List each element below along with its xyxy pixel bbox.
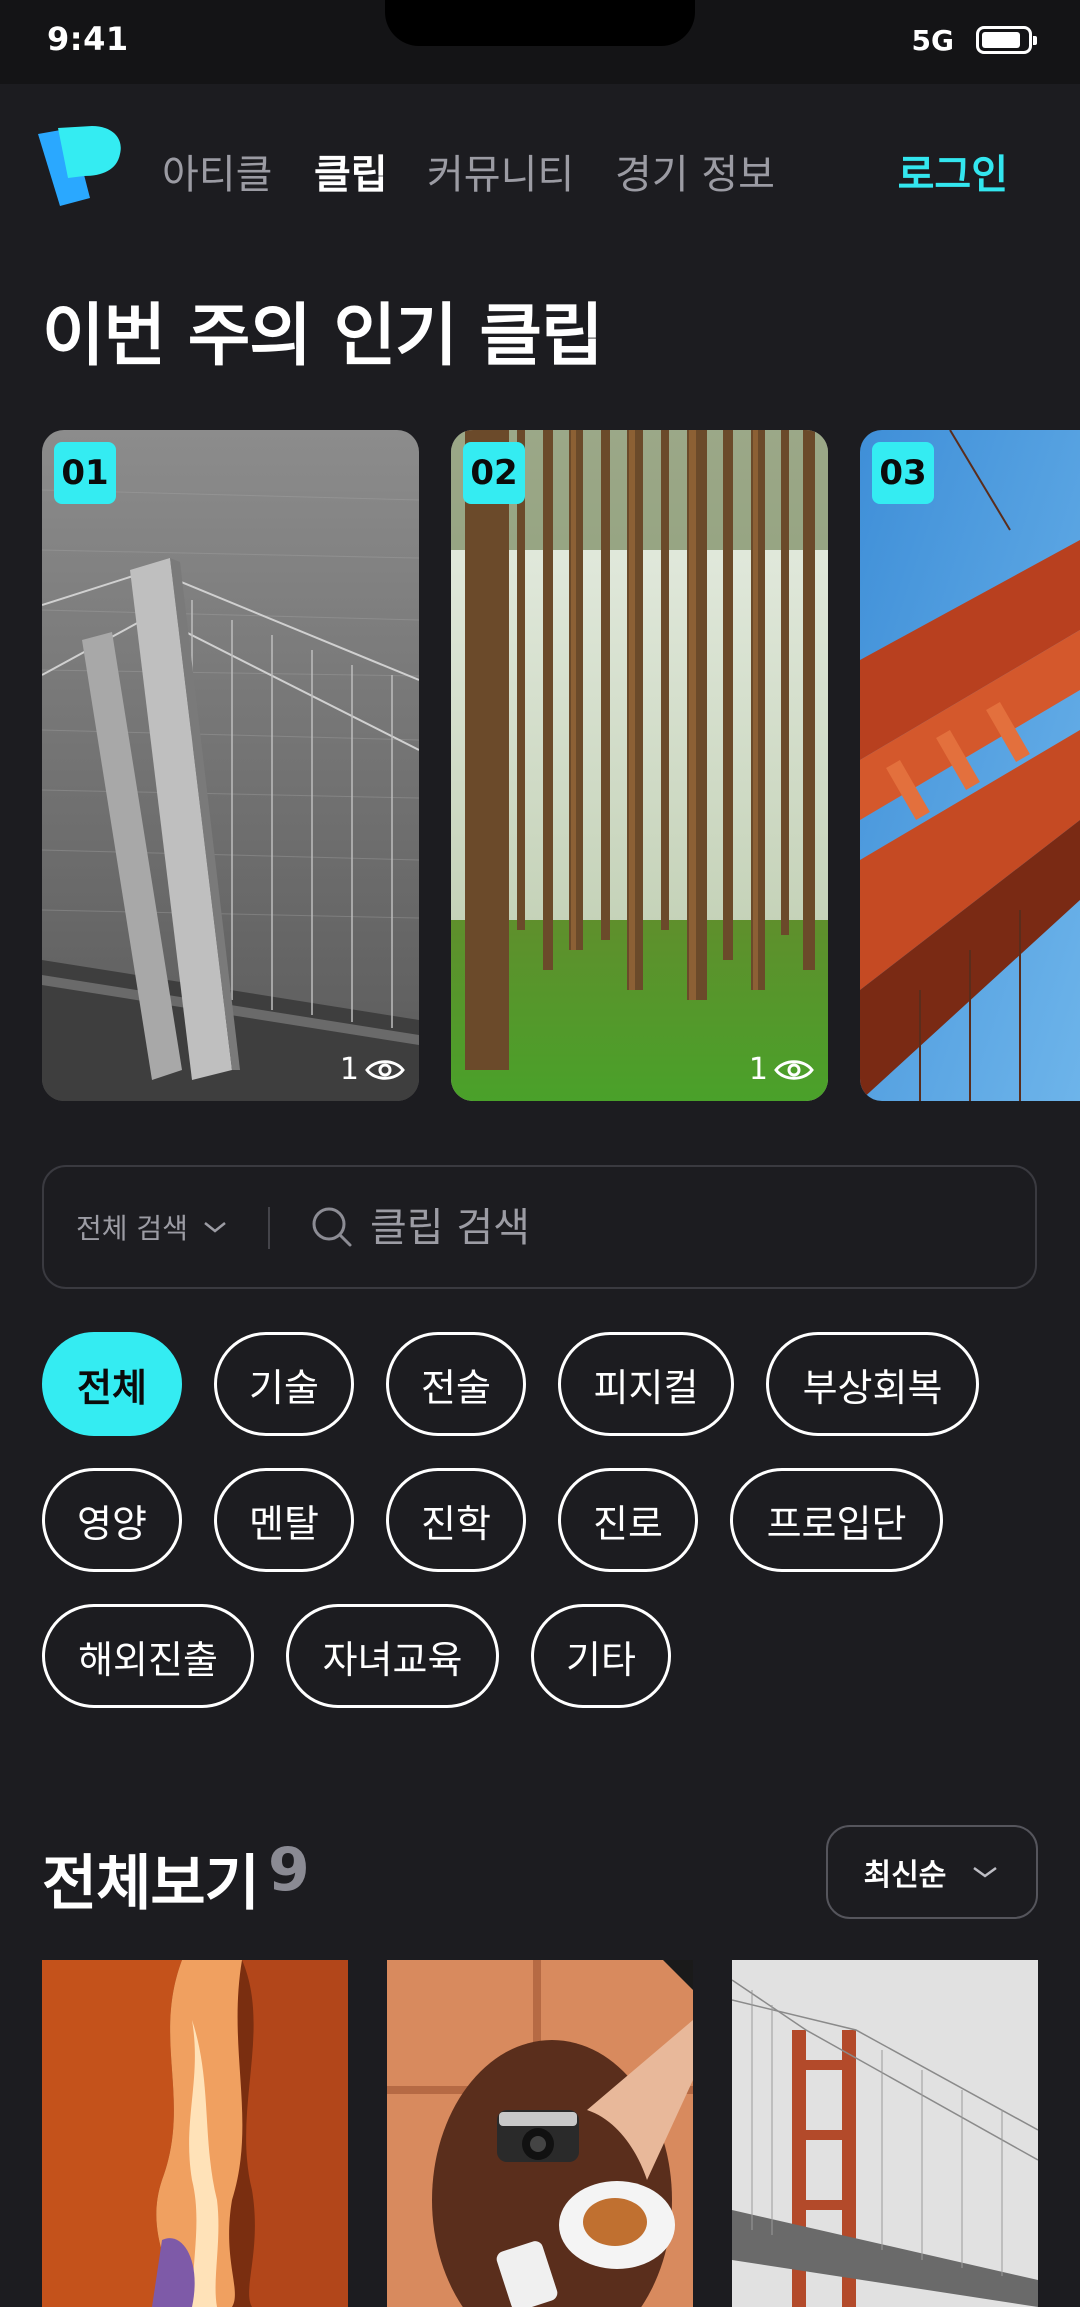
view-count: 1 bbox=[749, 1052, 814, 1087]
rank-badge: 03 bbox=[872, 442, 934, 504]
search-bar: 전체 검색 bbox=[42, 1165, 1037, 1289]
category-chip-tactics[interactable]: 전술 bbox=[386, 1332, 526, 1436]
view-count-value: 1 bbox=[339, 1052, 359, 1087]
category-chip-nutrition[interactable]: 영양 bbox=[42, 1468, 182, 1572]
divider bbox=[268, 1207, 270, 1249]
nav-item-match-info[interactable]: 경기 정보 bbox=[615, 142, 775, 200]
popular-clip-card[interactable]: 01 1 bbox=[42, 430, 419, 1101]
nav-item-articles[interactable]: 아티클 bbox=[162, 142, 272, 200]
sort-select[interactable]: 최신순 bbox=[826, 1825, 1038, 1919]
notch bbox=[385, 0, 695, 46]
search-scope-select[interactable]: 전체 검색 bbox=[76, 1207, 228, 1247]
popular-clip-card[interactable]: 02 1 bbox=[451, 430, 828, 1101]
clip-thumbnail bbox=[387, 1960, 693, 2307]
nav-item-community[interactable]: 커뮤니티 bbox=[427, 142, 574, 200]
clip-thumbnail bbox=[732, 1960, 1038, 2307]
category-chip-admission[interactable]: 진학 bbox=[386, 1468, 526, 1572]
search-input[interactable] bbox=[370, 1197, 990, 1259]
sort-label: 최신순 bbox=[863, 1858, 947, 1893]
status-bar: 9:41 5G bbox=[0, 0, 1080, 84]
category-chip-pro-entry[interactable]: 프로입단 bbox=[730, 1468, 943, 1572]
clip-thumbnail bbox=[42, 430, 419, 1101]
battery-icon bbox=[976, 26, 1037, 54]
top-nav: 아티클 클립 커뮤니티 경기 정보 로그인 bbox=[0, 84, 1080, 250]
eye-icon bbox=[774, 1059, 814, 1080]
rank-badge: 01 bbox=[54, 442, 116, 504]
logo-icon[interactable] bbox=[38, 124, 122, 210]
clip-card[interactable] bbox=[732, 1960, 1038, 2307]
popular-clip-card[interactable]: 03 bbox=[860, 430, 1080, 1101]
status-time: 9:41 bbox=[47, 20, 129, 58]
nav-item-clips[interactable]: 클립 bbox=[314, 142, 388, 200]
chevron-down-icon bbox=[973, 1866, 998, 1878]
category-chip-technique[interactable]: 기술 bbox=[214, 1332, 354, 1436]
category-chip-overseas[interactable]: 해외진출 bbox=[42, 1604, 254, 1708]
view-count-value: 1 bbox=[748, 1052, 768, 1087]
category-chip-all[interactable]: 전체 bbox=[42, 1332, 182, 1436]
category-chip-parenting[interactable]: 자녀교육 bbox=[286, 1604, 499, 1708]
category-chip-physical[interactable]: 피지컬 bbox=[558, 1332, 734, 1436]
category-chip-career[interactable]: 진로 bbox=[558, 1468, 698, 1572]
clip-card[interactable] bbox=[387, 1960, 693, 2307]
eye-icon bbox=[365, 1059, 405, 1080]
clip-card[interactable] bbox=[42, 1960, 348, 2307]
network-label: 5G bbox=[911, 24, 954, 57]
login-button[interactable]: 로그인 bbox=[898, 142, 1008, 200]
all-clips-count: 9 bbox=[268, 1835, 310, 1905]
clip-thumbnail bbox=[42, 1960, 348, 2307]
popular-section-title: 이번 주의 인기 클립 bbox=[42, 297, 604, 376]
category-chip-mental[interactable]: 멘탈 bbox=[214, 1468, 354, 1572]
search-icon bbox=[312, 1207, 352, 1247]
rank-badge: 02 bbox=[463, 442, 525, 504]
category-chip-etc[interactable]: 기타 bbox=[531, 1604, 671, 1708]
clip-thumbnail bbox=[451, 430, 828, 1101]
category-chip-injury-recovery[interactable]: 부상회복 bbox=[766, 1332, 979, 1436]
view-count: 1 bbox=[340, 1052, 405, 1087]
search-scope-label: 전체 검색 bbox=[76, 1212, 188, 1245]
all-clips-title: 전체보기 bbox=[42, 1849, 260, 1919]
chevron-down-icon bbox=[204, 1222, 226, 1233]
clip-thumbnail bbox=[860, 430, 1080, 1101]
